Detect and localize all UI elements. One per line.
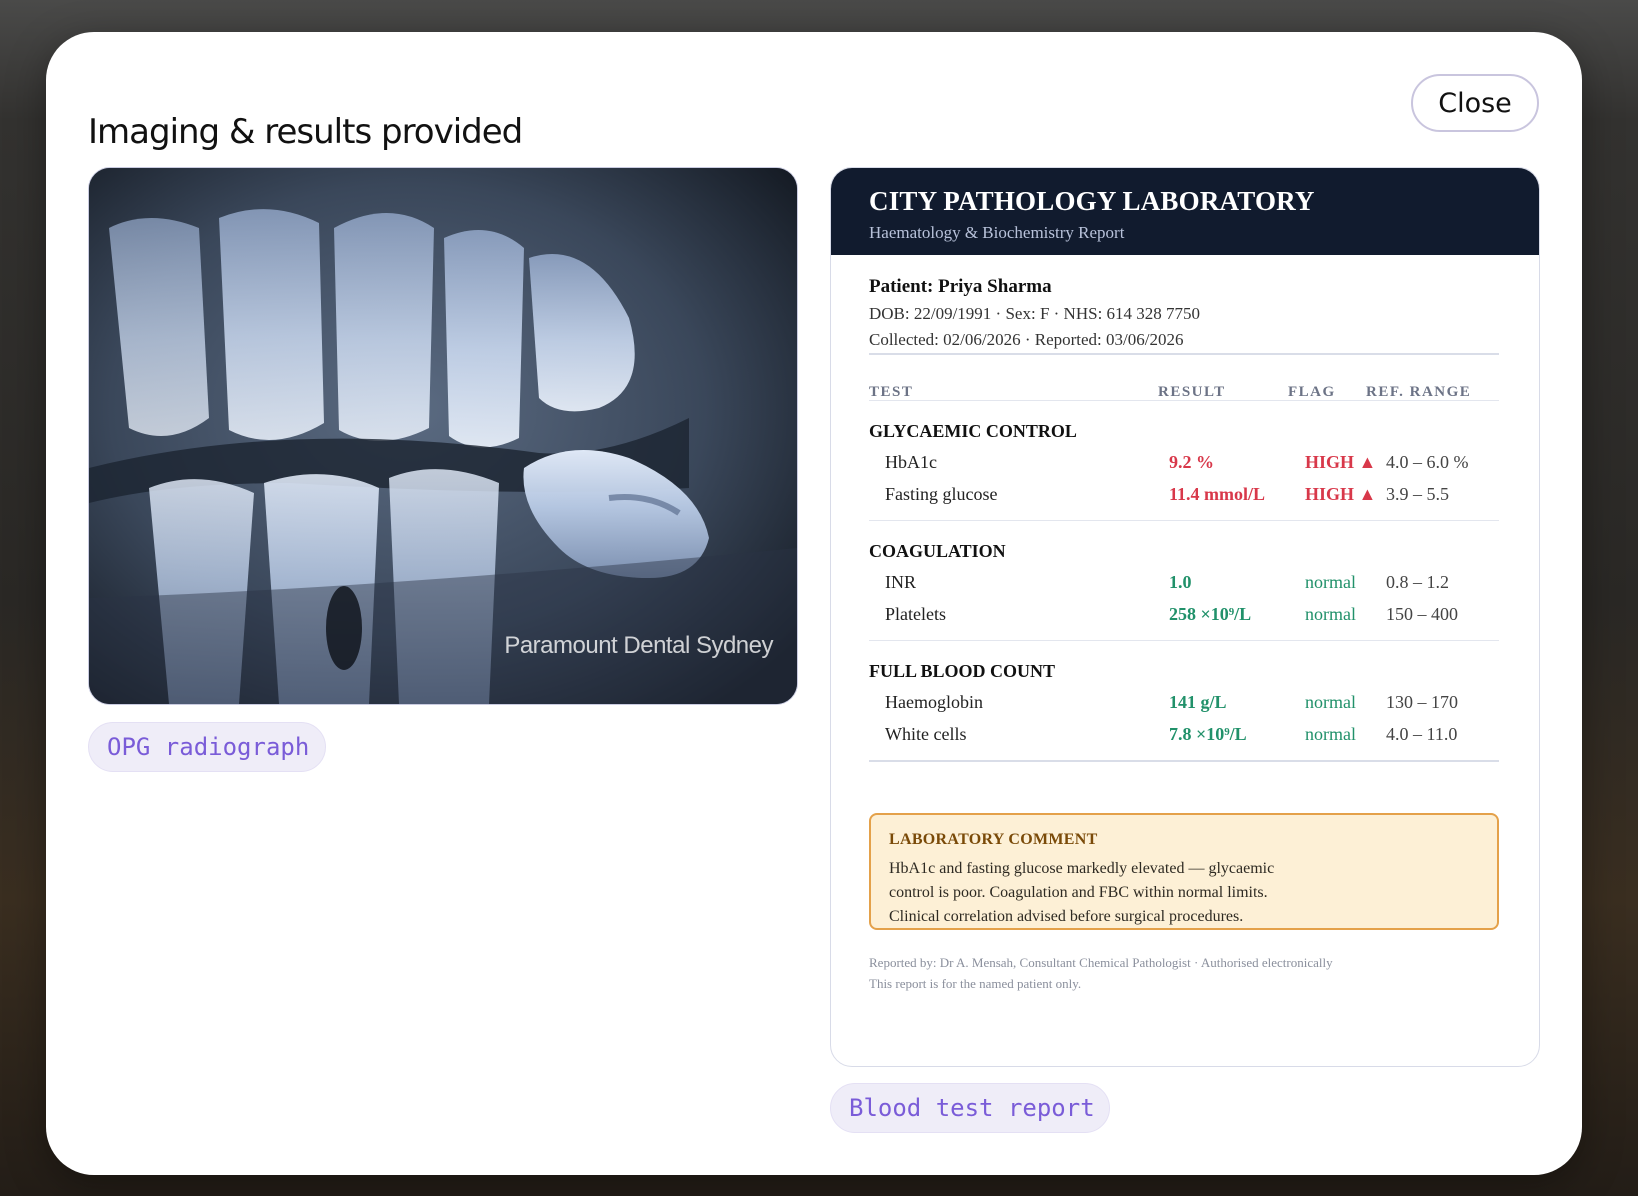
- flag-normal: normal: [1305, 572, 1356, 592]
- reference-range: 4.0 – 6.0 %: [1386, 452, 1469, 472]
- test-result: 9.2 %: [1169, 452, 1214, 472]
- test-result: 1.0: [1169, 572, 1192, 592]
- reference-range: 0.8 – 1.2: [1386, 572, 1449, 592]
- column-header-ref-range: REF. RANGE: [1366, 384, 1472, 400]
- test-result: 11.4 mmol/L: [1169, 484, 1266, 504]
- table-row: White cells 7.8 ×10⁹/L normal 4.0 – 11.0: [831, 724, 1539, 754]
- comment-title: LABORATORY COMMENT: [889, 831, 1098, 848]
- xray-watermark: Paramount Dental Sydney: [504, 632, 773, 659]
- divider: [869, 640, 1499, 641]
- report-dates: Collected: 02/06/2026 · Reported: 03/06/…: [869, 330, 1184, 349]
- lab-name: CITY PATHOLOGY LABORATORY: [869, 186, 1315, 216]
- test-result: 258 ×10⁹/L: [1169, 604, 1252, 624]
- report-signature: Reported by: Dr A. Mensah, Consultant Ch…: [869, 955, 1333, 970]
- modal-title: Imaging & results provided: [88, 112, 523, 152]
- reference-range: 3.9 – 5.5: [1386, 484, 1449, 504]
- flag-normal: normal: [1305, 724, 1356, 744]
- flag-normal: normal: [1305, 692, 1356, 712]
- test-name: Haemoglobin: [885, 692, 983, 712]
- test-name: Platelets: [885, 604, 946, 624]
- xray-illustration: [89, 168, 797, 704]
- report-header: CITY PATHOLOGY LABORATORY Haematology & …: [831, 168, 1539, 255]
- comment-line: Clinical correlation advised before surg…: [889, 908, 1244, 925]
- column-header-result: RESULT: [1158, 384, 1226, 400]
- table-row: Fasting glucose 11.4 mmol/L HIGH ▲ 3.9 –…: [831, 484, 1539, 514]
- column-header-flag: FLAG: [1288, 384, 1336, 400]
- comment-line: control is poor. Coagulation and FBC wit…: [889, 884, 1268, 901]
- lab-subtitle: Haematology & Biochemistry Report: [869, 223, 1125, 242]
- flag-high: HIGH ▲: [1305, 484, 1377, 504]
- reference-range: 150 – 400: [1386, 604, 1458, 624]
- report-disclaimer: This report is for the named patient onl…: [869, 976, 1082, 991]
- blood-test-report[interactable]: CITY PATHOLOGY LABORATORY Haematology & …: [830, 167, 1540, 1067]
- test-name: HbA1c: [885, 452, 937, 472]
- table-row: INR 1.0 normal 0.8 – 1.2: [831, 572, 1539, 602]
- patient-info: Patient: Priya Sharma DOB: 22/09/1991 · …: [869, 276, 1499, 350]
- table-row: Platelets 258 ×10⁹/L normal 150 – 400: [831, 604, 1539, 634]
- reference-range: 130 – 170: [1386, 692, 1458, 712]
- test-result: 141 g/L: [1169, 692, 1227, 712]
- test-result: 7.8 ×10⁹/L: [1169, 724, 1247, 744]
- patient-details: DOB: 22/09/1991 · Sex: F · NHS: 614 328 …: [869, 304, 1201, 323]
- blood-test-report-tag: Blood test report: [830, 1083, 1110, 1133]
- section-title-coagulation: COAGULATION: [869, 541, 1006, 561]
- column-header-test: TEST: [869, 384, 914, 400]
- test-name: Fasting glucose: [885, 484, 998, 504]
- table-row: HbA1c 9.2 % HIGH ▲ 4.0 – 6.0 %: [831, 452, 1539, 482]
- test-name: INR: [885, 572, 916, 592]
- laboratory-comment: LABORATORY COMMENT HbA1c and fasting glu…: [869, 813, 1499, 930]
- divider: [869, 520, 1499, 521]
- divider: [869, 760, 1499, 762]
- opg-radiograph-tag: OPG radiograph: [88, 722, 326, 772]
- flag-normal: normal: [1305, 604, 1356, 624]
- flag-high: HIGH ▲: [1305, 452, 1377, 472]
- opg-radiograph-image[interactable]: Paramount Dental Sydney: [88, 167, 798, 705]
- section-title-glycaemic-control: GLYCAEMIC CONTROL: [869, 421, 1077, 441]
- table-row: Haemoglobin 141 g/L normal 130 – 170: [831, 692, 1539, 722]
- divider: [869, 353, 1499, 355]
- test-name: White cells: [885, 724, 967, 744]
- divider: [869, 400, 1499, 401]
- reference-range: 4.0 – 11.0: [1386, 724, 1458, 744]
- section-title-full-blood-count: FULL BLOOD COUNT: [869, 661, 1056, 681]
- patient-name: Patient: Priya Sharma: [869, 276, 1052, 297]
- comment-line: HbA1c and fasting glucose markedly eleva…: [889, 860, 1275, 877]
- imaging-results-modal: Imaging & results provided Close Paramou…: [46, 32, 1582, 1175]
- close-button[interactable]: Close: [1411, 74, 1539, 132]
